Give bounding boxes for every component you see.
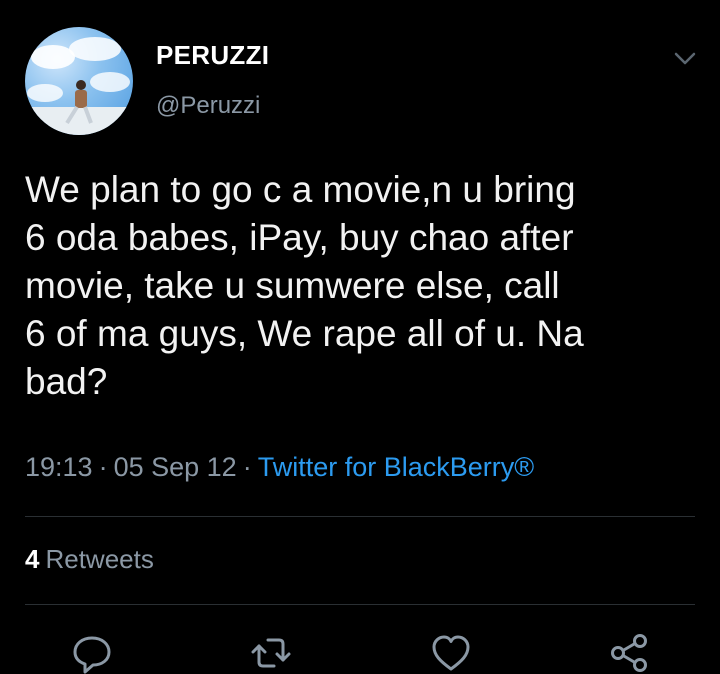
display-name[interactable]: PERUZZI: [156, 40, 269, 71]
tweet-time: 19:13: [25, 452, 93, 482]
retweets-count: 4: [25, 544, 40, 574]
retweets-stat[interactable]: 4 Retweets: [25, 544, 154, 575]
tweet-source-link[interactable]: Twitter for BlackBerry®: [258, 452, 534, 482]
user-handle[interactable]: @Peruzzi: [156, 92, 260, 120]
retweet-icon[interactable]: [250, 632, 292, 674]
tweet-text: We plan to go c a movie,n u bring 6 oda …: [25, 169, 584, 402]
tweet-metadata: 19:13 · 05 Sep 12 · Twitter for BlackBerry®: [25, 452, 534, 483]
share-icon[interactable]: [608, 632, 650, 674]
retweets-label: Retweets: [45, 544, 154, 574]
reply-icon[interactable]: [71, 632, 113, 674]
divider: [25, 604, 695, 605]
divider: [25, 516, 695, 517]
separator-dot: ·: [98, 452, 108, 482]
avatar[interactable]: [25, 27, 133, 135]
chevron-down-icon[interactable]: [672, 48, 698, 68]
separator-dot: ·: [242, 452, 252, 482]
tweet-date: 05 Sep 12: [113, 452, 237, 482]
like-icon[interactable]: [430, 632, 472, 674]
